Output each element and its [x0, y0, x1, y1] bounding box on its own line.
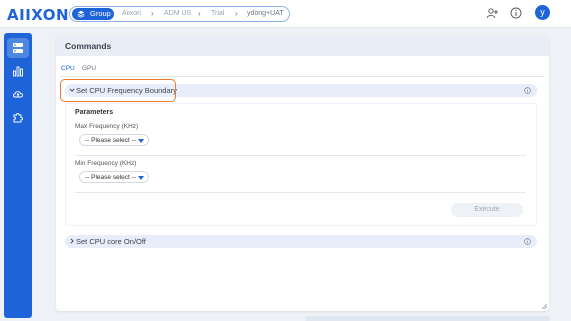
tab-cpu[interactable]: CPU — [61, 65, 75, 72]
tab-divider — [60, 76, 544, 77]
highlight-box — [60, 79, 176, 102]
commands-panel: Commands CPU GPU Set CPU Frequency Bound… — [56, 36, 549, 311]
section-label: Set CPU core On/Off — [76, 237, 146, 246]
field-divider — [75, 155, 526, 156]
aiixon-logo[interactable]: aiixon — [7, 6, 69, 24]
group-label: Group — [90, 9, 111, 18]
info-icon[interactable] — [510, 7, 522, 19]
breadcrumb-item-aiixon[interactable]: Aiixon — [122, 10, 141, 17]
sidebar-item-analytics[interactable] — [7, 61, 29, 81]
max-frequency-label: Max Frequency (KHz) — [75, 123, 139, 130]
chevron-right-icon: › — [198, 9, 201, 18]
breadcrumb-item-adm-us[interactable]: ADM US — [164, 10, 191, 17]
panel-header: Commands — [56, 36, 549, 56]
caret-down-icon — [138, 176, 144, 180]
field-divider — [75, 192, 526, 193]
sidebar — [4, 33, 32, 318]
add-user-icon[interactable] — [486, 7, 498, 19]
top-bar: aiixon Group Aiixon › ADM US › Trial › y… — [0, 0, 571, 28]
panel-title: Commands — [65, 41, 112, 51]
tab-gpu[interactable]: GPU — [82, 65, 96, 72]
sidebar-item-ota[interactable] — [7, 84, 29, 104]
select-value: -- Please select -- — [85, 137, 136, 144]
footer-panel-edge — [305, 316, 550, 321]
breadcrumb-item-trial[interactable]: Trial — [211, 10, 224, 17]
resize-handle-icon[interactable] — [542, 304, 547, 309]
chevron-right-icon: › — [235, 9, 238, 18]
caret-down-icon — [138, 139, 144, 143]
parameters-title: Parameters — [75, 109, 114, 116]
cloud-upload-icon — [13, 91, 23, 98]
user-avatar[interactable]: y — [535, 5, 550, 20]
chevron-right-icon — [70, 238, 74, 244]
sidebar-item-devices[interactable] — [7, 38, 29, 58]
select-value: -- Please select -- — [85, 174, 136, 181]
server-icon — [13, 43, 23, 53]
breadcrumb-item-current[interactable]: ydong+UAT — [247, 10, 284, 17]
group-button[interactable]: Group — [72, 8, 114, 20]
min-frequency-label: Min Frequency (KHz) — [75, 160, 137, 167]
info-icon[interactable] — [524, 238, 531, 245]
info-icon[interactable] — [524, 87, 531, 94]
breadcrumb: Group Aiixon › ADM US › Trial › ydong+UA… — [69, 6, 290, 22]
section-cpu-frequency-body: Parameters Max Frequency (KHz) -- Please… — [65, 103, 537, 226]
chevron-right-icon: › — [151, 9, 154, 18]
min-frequency-select[interactable]: -- Please select -- — [79, 171, 149, 183]
sidebar-item-plugins[interactable] — [7, 107, 29, 127]
max-frequency-select[interactable]: -- Please select -- — [79, 134, 149, 146]
layers-icon — [77, 10, 85, 18]
puzzle-icon — [13, 113, 23, 123]
bar-chart-icon — [13, 66, 23, 77]
section-cpu-core-header[interactable]: Set CPU core On/Off — [65, 235, 537, 248]
execute-button[interactable]: Execute — [451, 203, 523, 217]
